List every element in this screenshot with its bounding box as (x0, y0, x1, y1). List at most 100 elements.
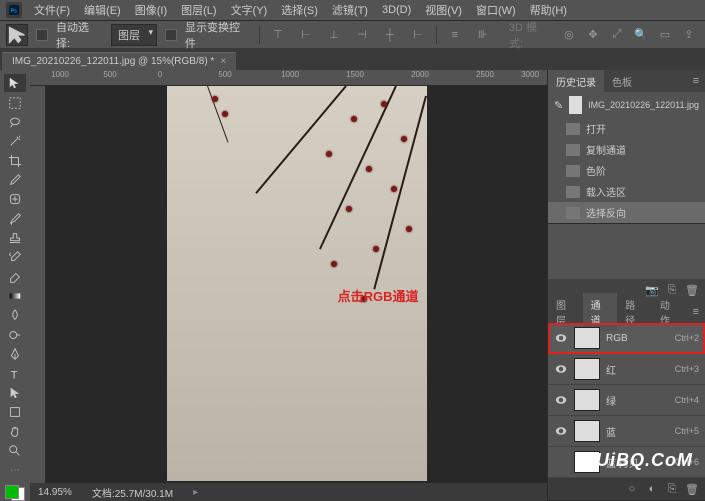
visibility-toggle-icon[interactable] (554, 393, 568, 407)
edit-toolbar-icon[interactable]: ⋯ (4, 461, 26, 479)
auto-select-checkbox[interactable] (36, 29, 48, 41)
separator (259, 26, 260, 44)
document-tab-title: IMG_20210226_122011.jpg @ 15%(RGB/8) * (12, 56, 214, 67)
stamp-tool[interactable] (4, 229, 26, 247)
move-tool[interactable] (4, 74, 26, 92)
visibility-toggle-icon[interactable] (554, 455, 568, 469)
menu-image[interactable]: 图像(I) (129, 0, 173, 20)
tab-swatches[interactable]: 色板 (604, 70, 640, 93)
healing-tool[interactable] (4, 190, 26, 208)
panel-menu-icon[interactable]: ≡ (687, 306, 705, 318)
tab-actions[interactable]: 动作 (652, 293, 687, 331)
magic-wand-tool[interactable] (4, 132, 26, 150)
foreground-color-swatch[interactable] (5, 485, 19, 499)
3d-orbit-icon[interactable]: ◎ (559, 25, 579, 45)
align-top-icon[interactable]: ⊤ (268, 25, 288, 45)
load-selection-icon[interactable]: ○ (625, 482, 639, 496)
channel-row-blue[interactable]: 蓝 Ctrl+5 (548, 416, 705, 447)
history-item[interactable]: 打开 (548, 118, 705, 139)
menu-filter[interactable]: 滤镜(T) (326, 0, 374, 20)
distribute-icon[interactable]: ≡ (445, 25, 465, 45)
eraser-tool[interactable] (4, 268, 26, 286)
align-left-icon[interactable]: ⊣ (352, 25, 372, 45)
zoom-level[interactable]: 14.95% (38, 487, 72, 498)
history-item[interactable]: 选择反向 (548, 202, 705, 223)
delete-channel-icon[interactable]: 🗑 (685, 482, 699, 496)
menu-3d[interactable]: 3D(D) (376, 2, 417, 18)
tab-history[interactable]: 历史记录 (548, 70, 604, 93)
menu-layer[interactable]: 图层(L) (175, 0, 222, 20)
pen-tool[interactable] (4, 345, 26, 363)
tab-layers[interactable]: 图层 (548, 293, 583, 331)
visibility-toggle-icon[interactable] (554, 424, 568, 438)
menu-help[interactable]: 帮助(H) (524, 0, 573, 20)
path-select-tool[interactable] (4, 384, 26, 402)
menu-file[interactable]: 文件(F) (28, 0, 76, 20)
close-tab-icon[interactable]: × (220, 56, 226, 67)
visibility-toggle-icon[interactable] (554, 362, 568, 376)
ruler-vertical[interactable] (30, 86, 46, 501)
color-swatches[interactable] (5, 485, 25, 501)
align-vcenter-icon[interactable]: ⊢ (296, 25, 316, 45)
mode-3d-label: 3D 模式: (509, 19, 551, 51)
history-step-icon (566, 207, 580, 219)
visibility-toggle-icon[interactable] (554, 331, 568, 345)
3d-pan-icon[interactable]: ✥ (583, 25, 603, 45)
search-icon[interactable]: 🔍 (631, 25, 651, 45)
svg-text:T: T (11, 369, 18, 381)
tab-channels[interactable]: 通道 (583, 293, 618, 331)
history-step-icon (566, 165, 580, 177)
history-item[interactable]: 载入选区 (548, 181, 705, 202)
align-bottom-icon[interactable]: ⊥ (324, 25, 344, 45)
tab-paths[interactable]: 路径 (617, 293, 652, 331)
history-brush-source-icon: ✎ (554, 99, 563, 112)
brush-tool[interactable] (4, 210, 26, 228)
status-dropdown-icon[interactable]: ▸ (193, 487, 198, 498)
align-right-icon[interactable]: ⊢ (408, 25, 428, 45)
history-item[interactable]: 复制通道 (548, 139, 705, 160)
menu-view[interactable]: 视图(V) (419, 0, 468, 20)
hand-tool[interactable] (4, 422, 26, 440)
document-tab[interactable]: IMG_20210226_122011.jpg @ 15%(RGB/8) * × (2, 52, 236, 70)
type-tool[interactable]: T (4, 364, 26, 382)
lasso-tool[interactable] (4, 113, 26, 131)
blur-tool[interactable] (4, 306, 26, 324)
history-step-icon (566, 123, 580, 135)
align-hcenter-icon[interactable]: ┼ (380, 25, 400, 45)
history-step-icon (566, 186, 580, 198)
current-tool-icon[interactable] (6, 24, 28, 46)
auto-select-dropdown[interactable]: 图层 (111, 24, 157, 46)
toolbox: T ⋯ (0, 70, 30, 501)
trash-icon[interactable]: 🗑 (685, 283, 699, 297)
menu-edit[interactable]: 编辑(E) (78, 0, 127, 20)
workspace-icon[interactable]: ▭ (655, 25, 675, 45)
eyedropper-tool[interactable] (4, 171, 26, 189)
crop-tool[interactable] (4, 151, 26, 169)
channel-row-red[interactable]: 红 Ctrl+3 (548, 354, 705, 385)
menu-window[interactable]: 窗口(W) (470, 0, 522, 20)
3d-zoom-icon[interactable]: ⤢ (607, 25, 627, 45)
canvas-image[interactable]: 点击RGB通道 (167, 86, 427, 481)
gradient-tool[interactable] (4, 287, 26, 305)
history-source-row[interactable]: ✎ IMG_20210226_122011.jpg (548, 92, 705, 118)
panel-menu-icon[interactable]: ≡ (687, 75, 705, 87)
zoom-tool[interactable] (4, 442, 26, 460)
menu-type[interactable]: 文字(Y) (225, 0, 274, 20)
shape-tool[interactable] (4, 403, 26, 421)
save-selection-icon[interactable]: ◐ (645, 482, 659, 496)
app-logo: Ps (6, 2, 22, 18)
distribute-icon-2[interactable]: ⊪ (473, 25, 493, 45)
history-brush-tool[interactable] (4, 248, 26, 266)
marquee-tool[interactable] (4, 93, 26, 111)
svg-text:Ps: Ps (11, 9, 18, 15)
new-channel-icon[interactable]: ⎘ (665, 482, 679, 496)
ruler-horizontal[interactable]: 1000 500 0 500 1000 1500 2000 2500 3000 (30, 70, 547, 86)
menu-select[interactable]: 选择(S) (275, 0, 324, 20)
dodge-tool[interactable] (4, 326, 26, 344)
history-item[interactable]: 色阶 (548, 160, 705, 181)
channel-thumb (574, 420, 600, 442)
annotation-text: 点击RGB通道 (338, 286, 419, 305)
show-transform-checkbox[interactable] (165, 29, 177, 41)
share-icon[interactable]: ⇪ (679, 25, 699, 45)
channel-row-green[interactable]: 绿 Ctrl+4 (548, 385, 705, 416)
